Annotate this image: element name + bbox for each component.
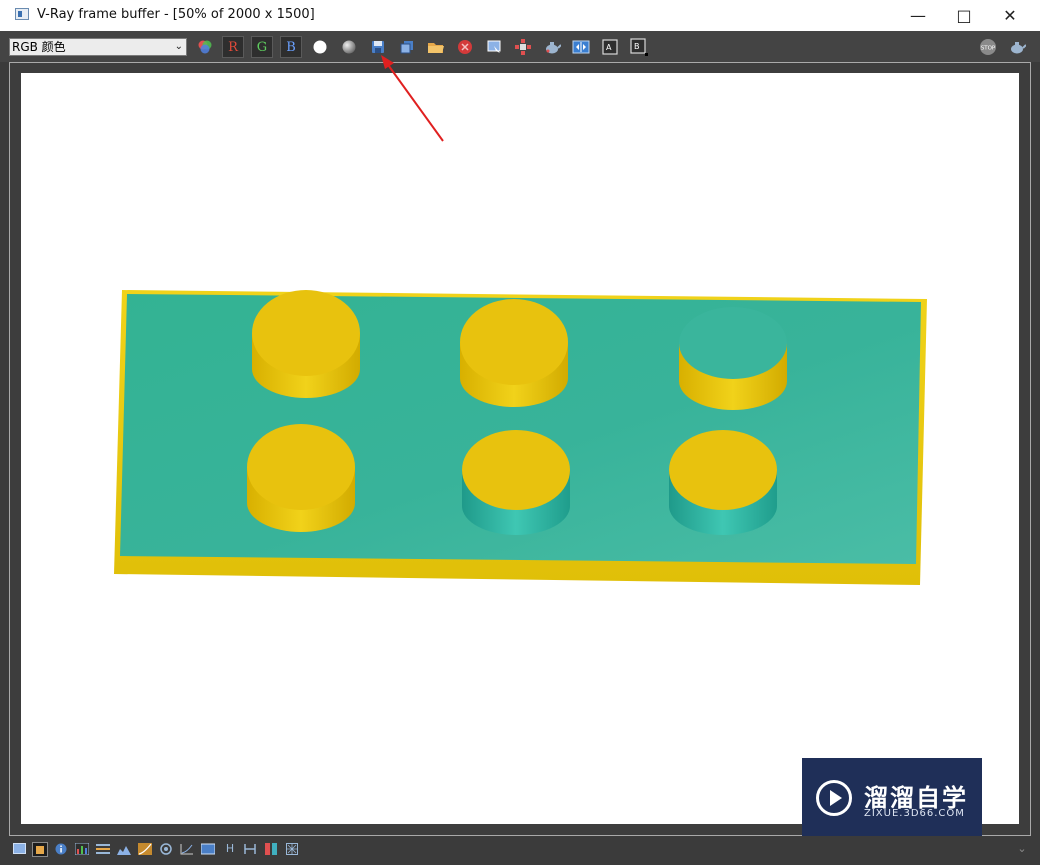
exposure-icon[interactable]	[243, 842, 257, 855]
curves-icon[interactable]	[138, 842, 152, 855]
teapot-render-icon[interactable]	[1006, 36, 1028, 58]
stud	[252, 290, 360, 398]
chevron-down-icon: ⌄	[174, 41, 183, 52]
channel-green-button[interactable]: G	[251, 36, 273, 58]
render-image[interactable]	[21, 73, 1019, 824]
info-icon[interactable]	[54, 842, 68, 855]
layers-icon[interactable]	[96, 842, 110, 855]
histogram-icon[interactable]	[75, 842, 89, 855]
stud	[462, 430, 570, 535]
color-channels-icon[interactable]	[194, 36, 216, 58]
rendered-lego-plate	[114, 290, 927, 585]
history-a-icon[interactable]: A	[599, 36, 621, 58]
history-b-icon[interactable]: B	[628, 36, 650, 58]
color-correction-icon[interactable]	[180, 842, 194, 855]
stud	[247, 424, 355, 532]
render-teapot-icon[interactable]	[541, 36, 563, 58]
white-circle-icon[interactable]	[309, 36, 331, 58]
maximize-button[interactable]: □	[941, 0, 987, 31]
app-icon	[15, 8, 29, 20]
watermark-sub-text: ZIXUE.3D66.COM	[864, 808, 965, 819]
lut-icon[interactable]	[201, 842, 215, 855]
channel-green-label: G	[256, 39, 268, 55]
stop-icon[interactable]: STOP	[977, 36, 999, 58]
stud	[669, 430, 777, 535]
annotation-arrow	[381, 55, 444, 142]
h-icon[interactable]: H	[223, 842, 237, 855]
channel-red-label: R	[228, 39, 238, 55]
channel-select-value: RGB 颜色	[12, 40, 66, 54]
watermark: 溜溜自学 ZIXUE.3D66.COM	[802, 758, 982, 842]
close-button[interactable]: ✕	[987, 0, 1033, 31]
stud	[679, 307, 787, 410]
svg-text:B: B	[634, 42, 640, 51]
title-bar: V-Ray frame buffer - [50% of 2000 x 1500…	[0, 0, 1040, 31]
color-icon[interactable]	[264, 842, 278, 855]
status-bar	[0, 836, 1040, 865]
stud	[460, 299, 568, 407]
channel-blue-label: B	[286, 39, 296, 55]
expand-icon[interactable]: ⌄	[1015, 842, 1029, 855]
minimize-button[interactable]: —	[895, 0, 941, 31]
settings-icon[interactable]	[285, 842, 299, 855]
stop-label: STOP	[981, 46, 996, 52]
channel-select[interactable]: RGB 颜色 ⌄	[9, 38, 187, 56]
window-title: V-Ray frame buffer - [50% of 2000 x 1500…	[37, 7, 315, 22]
channel-red-button[interactable]: R	[222, 36, 244, 58]
compare-ab-icon[interactable]	[570, 36, 592, 58]
render-region-icon[interactable]	[512, 36, 534, 58]
frame-icon[interactable]	[12, 842, 26, 855]
lens-icon[interactable]	[159, 842, 173, 855]
svg-text:A: A	[606, 43, 612, 52]
channel-blue-button[interactable]: B	[280, 36, 302, 58]
display-icon[interactable]	[32, 842, 48, 857]
levels-icon[interactable]	[117, 842, 131, 855]
gray-sphere-icon[interactable]	[338, 36, 360, 58]
play-logo-icon	[816, 780, 852, 816]
track-mouse-icon[interactable]	[483, 36, 505, 58]
